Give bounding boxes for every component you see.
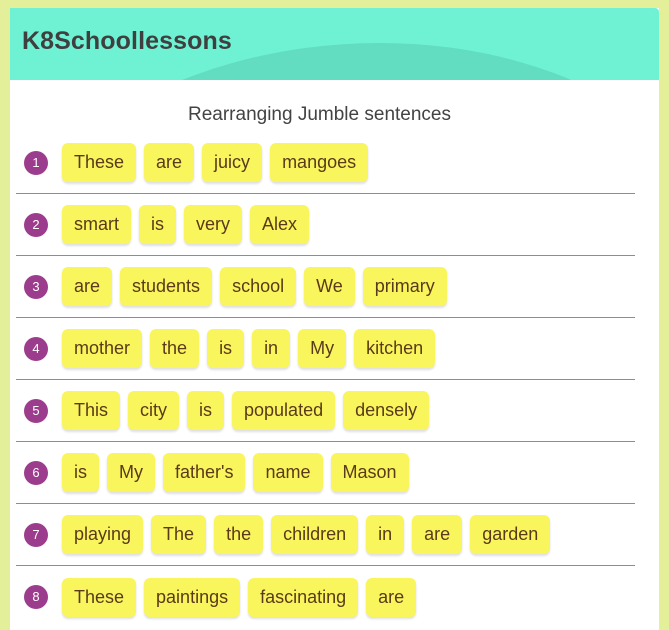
row-number-badge: 2	[24, 212, 48, 237]
word-tile[interactable]: kitchen	[354, 329, 436, 368]
sentence-row: 7 playing The the children in are garden	[16, 504, 635, 566]
word-tile[interactable]: My	[107, 453, 155, 492]
word-tile[interactable]: is	[207, 329, 245, 368]
site-header: K8Schoollessons	[10, 8, 659, 80]
word-tile[interactable]: are	[144, 143, 195, 182]
word-tile[interactable]: city	[128, 391, 180, 430]
word-tile[interactable]: in	[252, 329, 291, 368]
word-tile[interactable]: children	[271, 515, 359, 554]
page-title: Rearranging Jumble sentences	[188, 104, 451, 125]
word-tile[interactable]: paintings	[144, 577, 241, 617]
word-tile[interactable]: Mason	[330, 453, 409, 492]
word-tile[interactable]: playing	[62, 515, 144, 554]
word-tile[interactable]: These	[62, 577, 137, 617]
sentence-row: 4 mother the is in My kitchen	[16, 318, 635, 380]
row-number-badge: 3	[24, 274, 48, 299]
word-tile[interactable]: are	[366, 577, 417, 617]
word-tile[interactable]: name	[253, 453, 323, 492]
word-tile[interactable]: Alex	[250, 205, 310, 244]
word-tile[interactable]: school	[220, 267, 297, 306]
row-number-badge: 8	[24, 585, 48, 609]
worksheet-page: K8Schoollessons Rearranging Jumble sente…	[10, 8, 659, 630]
word-tile[interactable]: mangoes	[270, 143, 369, 182]
word-tile[interactable]: populated	[232, 391, 336, 430]
sentence-row: 6 is My father's name Mason	[16, 442, 635, 504]
word-tile[interactable]: in	[366, 515, 405, 554]
sentence-row: 2 smart is very Alex	[16, 194, 635, 256]
word-tile[interactable]: smart	[62, 205, 131, 244]
word-tile[interactable]: is	[62, 453, 99, 492]
word-tile[interactable]: are	[412, 515, 463, 554]
word-tile[interactable]: is	[187, 391, 225, 430]
word-tile[interactable]: students	[120, 267, 213, 306]
word-tile[interactable]: is	[139, 205, 176, 244]
word-tile[interactable]: garden	[470, 515, 551, 554]
word-tile[interactable]: These	[62, 143, 137, 182]
row-number-badge: 4	[24, 336, 48, 361]
row-number-badge: 6	[24, 460, 48, 485]
site-logo[interactable]: K8Schoollessons	[22, 27, 232, 56]
word-tile[interactable]: This	[62, 391, 121, 430]
row-number-badge: 7	[24, 522, 48, 547]
sentence-row: 3 are students school We primary	[16, 256, 635, 318]
word-tile[interactable]: the	[214, 515, 264, 554]
sentence-row: 5 This city is populated densely	[16, 380, 635, 442]
sentence-row: 8 These paintings fascinating are	[16, 566, 635, 628]
word-tile[interactable]: father's	[163, 453, 246, 492]
sentence-list: 1 These are juicy mangoes 2 smart is very Alex 3 ar…	[10, 132, 659, 628]
word-tile[interactable]: primary	[362, 267, 447, 306]
word-tile[interactable]: are	[62, 267, 113, 306]
word-tile[interactable]: very	[184, 205, 243, 244]
row-number-badge: 1	[24, 150, 48, 175]
word-tile[interactable]: We	[304, 267, 355, 306]
word-tile[interactable]: The	[151, 515, 207, 554]
sentence-row: 1 These are juicy mangoes	[16, 132, 635, 194]
word-tile[interactable]: juicy	[202, 143, 263, 182]
word-tile[interactable]: densely	[343, 391, 430, 430]
word-tile[interactable]: My	[298, 329, 347, 368]
content-area: Rearranging Jumble sentences 1 These are ju…	[10, 80, 659, 628]
word-tile[interactable]: the	[150, 329, 200, 368]
row-number-badge: 5	[24, 398, 48, 423]
word-tile[interactable]: fascinating	[248, 577, 359, 617]
word-tile[interactable]: mother	[62, 329, 143, 368]
